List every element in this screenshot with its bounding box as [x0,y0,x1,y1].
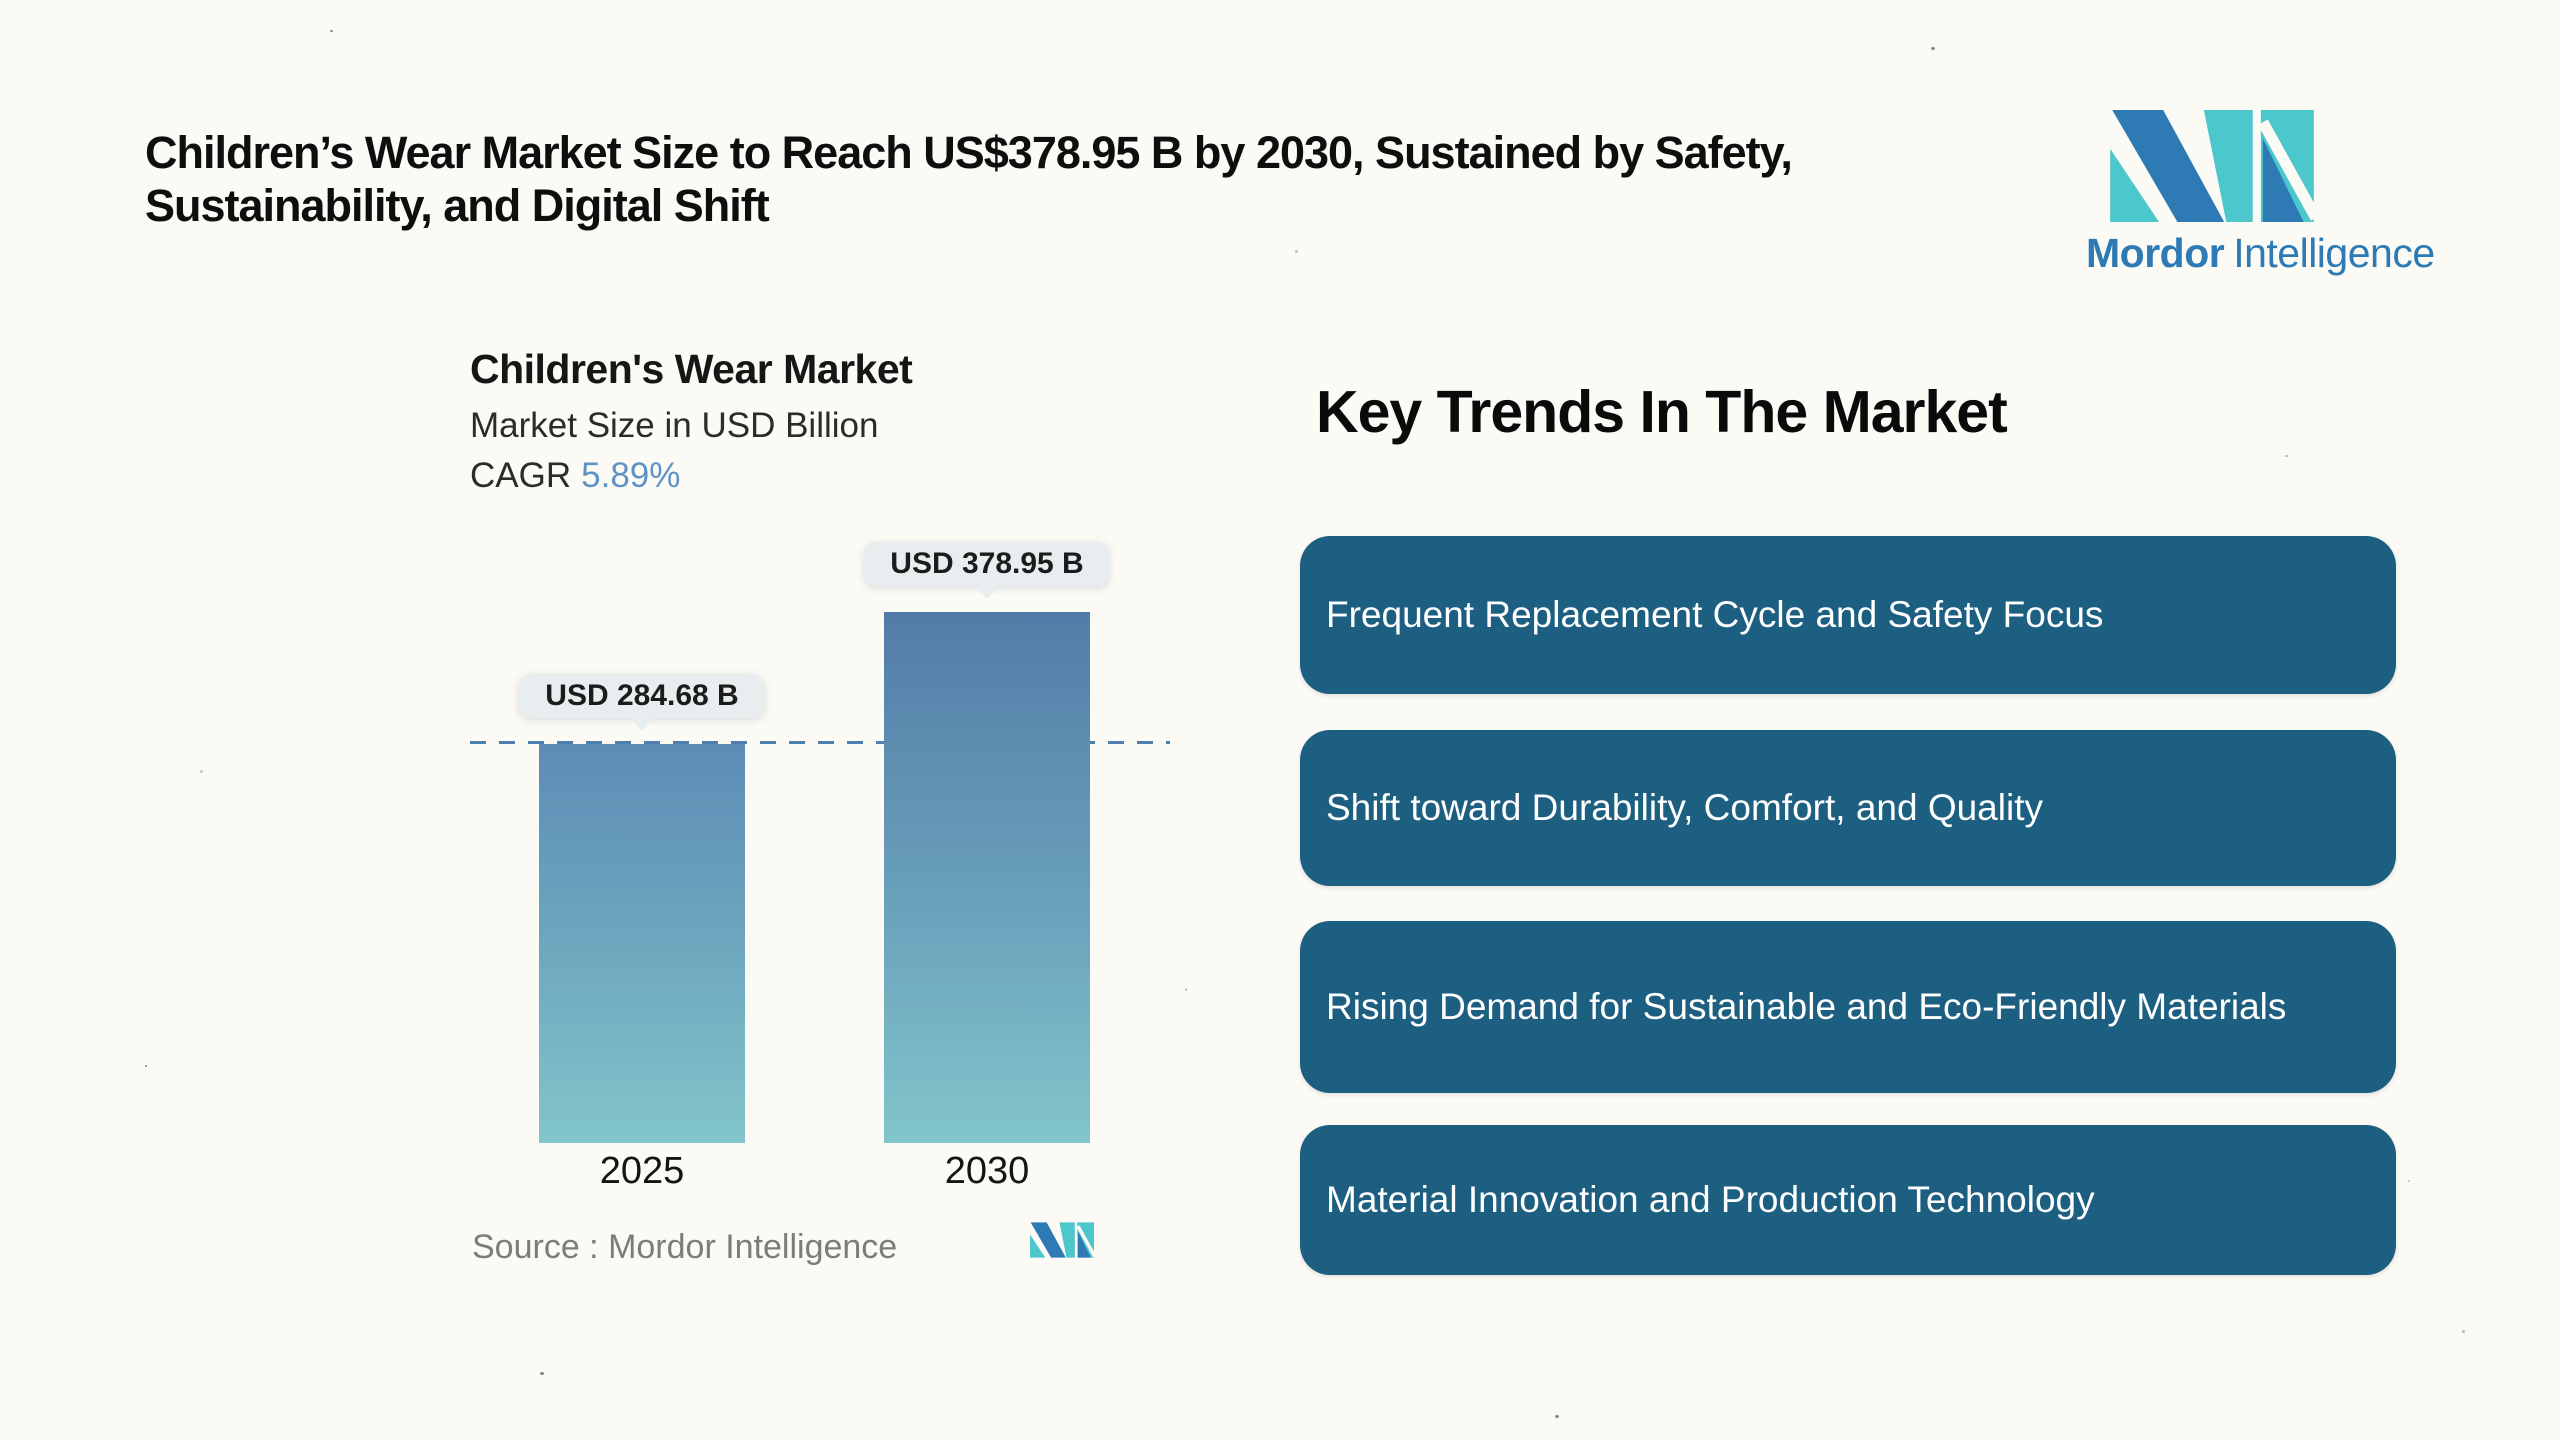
brand-name-bold: Mordor [2086,230,2224,276]
trend-card-text: Material Innovation and Production Techn… [1326,1172,2095,1228]
value-label-2025: USD 284.68 B [519,674,764,718]
mordor-logo-icon [2110,110,2314,222]
x-axis-label-2025: 2025 [600,1150,685,1193]
label-pointer-icon [629,717,655,731]
brand-name-light: Intelligence [2233,230,2434,276]
label-pointer-icon [974,585,1000,599]
brand-wordmark: MordorIntelligence [2086,230,2376,277]
chart-title: Children's Wear Market [470,346,912,393]
source-note: Source : Mordor Intelligence [472,1228,897,1267]
bar-2025 [539,744,745,1143]
brand-logo: MordorIntelligence [2086,110,2376,277]
trend-card-text: Shift toward Durability, Comfort, and Qu… [1326,780,2043,836]
value-label-2025-text: USD 284.68 B [545,679,738,712]
trend-card-sustainability: Rising Demand for Sustainable and Eco-Fr… [1300,921,2396,1093]
cagr-value: 5.89% [581,456,680,495]
trend-card-replacement-cycle: Frequent Replacement Cycle and Safety Fo… [1300,536,2396,694]
chart-subtitle: Market Size in USD Billion [470,406,878,446]
value-label-2030-text: USD 378.95 B [890,547,1083,580]
trend-card-text: Frequent Replacement Cycle and Safety Fo… [1326,587,2103,643]
value-label-2030: USD 378.95 B [864,542,1109,586]
trends-heading: Key Trends In The Market [1316,378,2007,446]
chart-cagr: CAGR 5.89% [470,456,680,496]
trend-card-durability: Shift toward Durability, Comfort, and Qu… [1300,730,2396,886]
page-title: Children’s Wear Market Size to Reach US$… [145,126,1965,232]
trend-card-innovation: Material Innovation and Production Techn… [1300,1125,2396,1275]
mordor-logo-mini-icon [1030,1222,1094,1258]
bar-2030 [884,612,1090,1143]
trend-card-text: Rising Demand for Sustainable and Eco-Fr… [1326,979,2286,1035]
x-axis-label-2030: 2030 [945,1150,1030,1193]
cagr-label: CAGR [470,456,571,495]
